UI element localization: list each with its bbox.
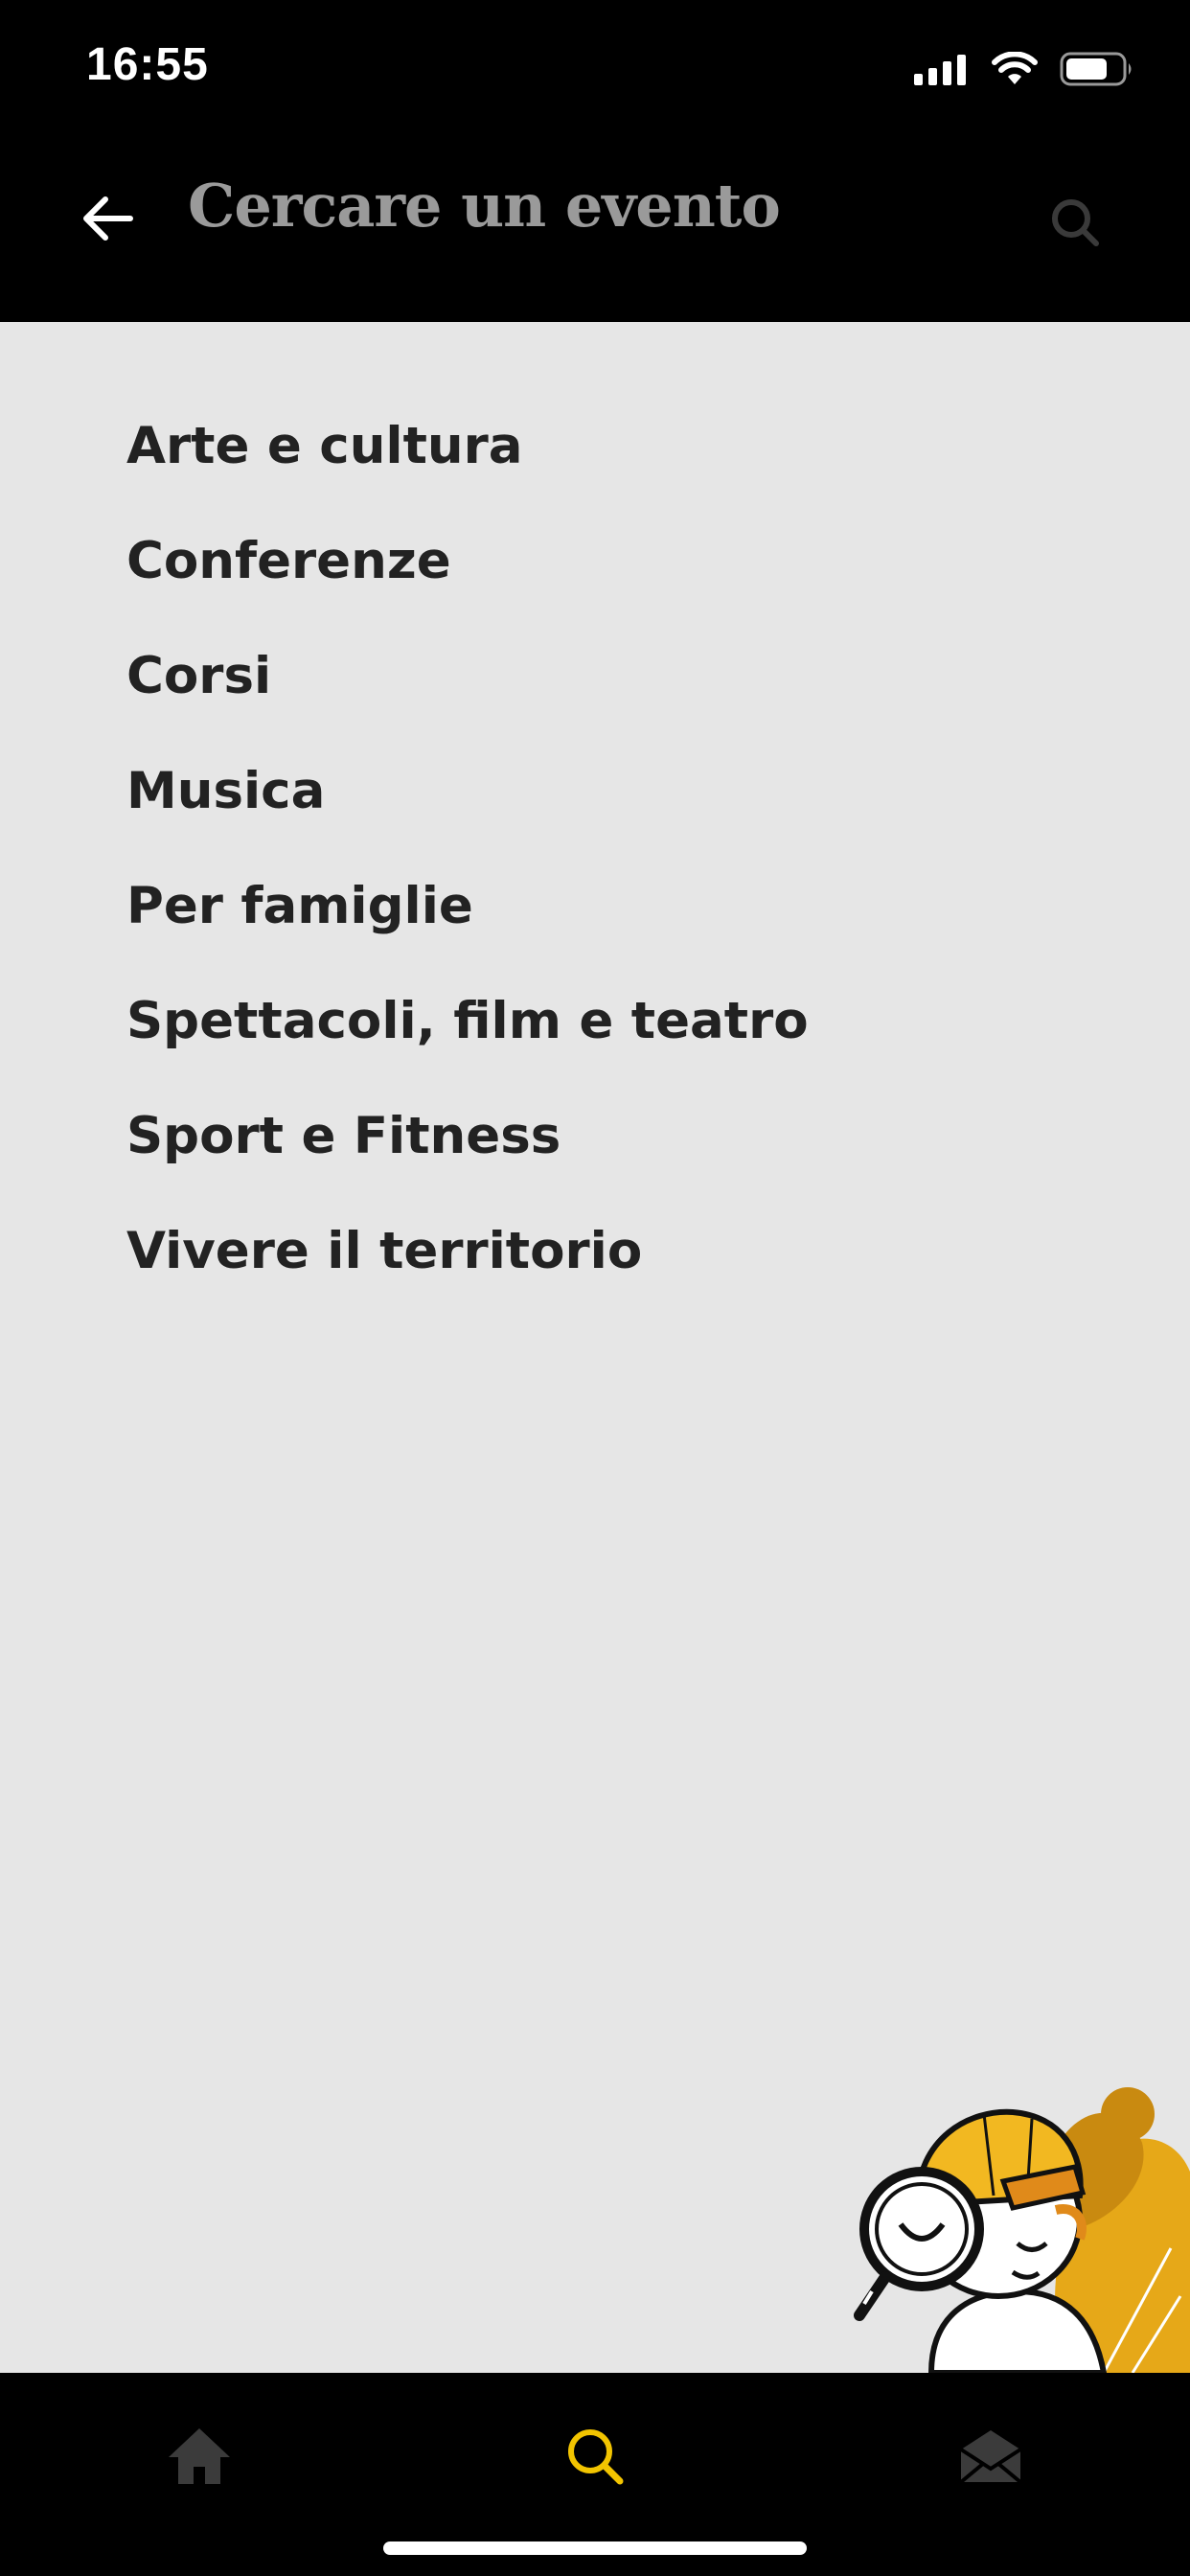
category-item-sport-e-fitness[interactable]: Sport e Fitness xyxy=(126,1089,561,1184)
page-title: Cercare un evento xyxy=(188,171,781,241)
category-item-conferenze[interactable]: Conferenze xyxy=(126,514,451,610)
category-item-per-famiglie[interactable]: Per famiglie xyxy=(126,859,473,954)
tab-search[interactable] xyxy=(547,2413,643,2499)
mail-icon xyxy=(959,2430,1022,2484)
status-icons xyxy=(914,50,1134,88)
detective-illustration xyxy=(788,2085,1190,2373)
category-item-arte-e-cultura[interactable]: Arte e cultura xyxy=(126,399,523,494)
back-button[interactable] xyxy=(77,188,138,249)
tab-home[interactable] xyxy=(151,2413,247,2499)
header-search-button[interactable] xyxy=(1048,196,1106,253)
header-bar: Cercare un evento xyxy=(0,125,1190,322)
category-item-vivere-il-territorio[interactable]: Vivere il territorio xyxy=(126,1204,642,1300)
tab-messages[interactable] xyxy=(943,2413,1039,2499)
wifi-icon xyxy=(992,52,1038,84)
category-item-spettacoli[interactable]: Spettacoli, film e teatro xyxy=(126,974,809,1070)
category-item-musica[interactable]: Musica xyxy=(126,744,325,840)
status-bar: 16:55 xyxy=(0,0,1190,125)
home-icon xyxy=(169,2428,230,2484)
bottom-tab-bar xyxy=(0,2373,1190,2576)
battery-icon xyxy=(1060,52,1132,86)
search-icon xyxy=(1052,199,1099,246)
home-indicator[interactable] xyxy=(383,2542,807,2555)
signal-icon xyxy=(914,55,966,85)
status-time: 16:55 xyxy=(86,39,209,90)
category-item-corsi[interactable]: Corsi xyxy=(126,629,271,724)
arrow-left-icon xyxy=(83,196,133,241)
search-icon xyxy=(568,2429,624,2485)
